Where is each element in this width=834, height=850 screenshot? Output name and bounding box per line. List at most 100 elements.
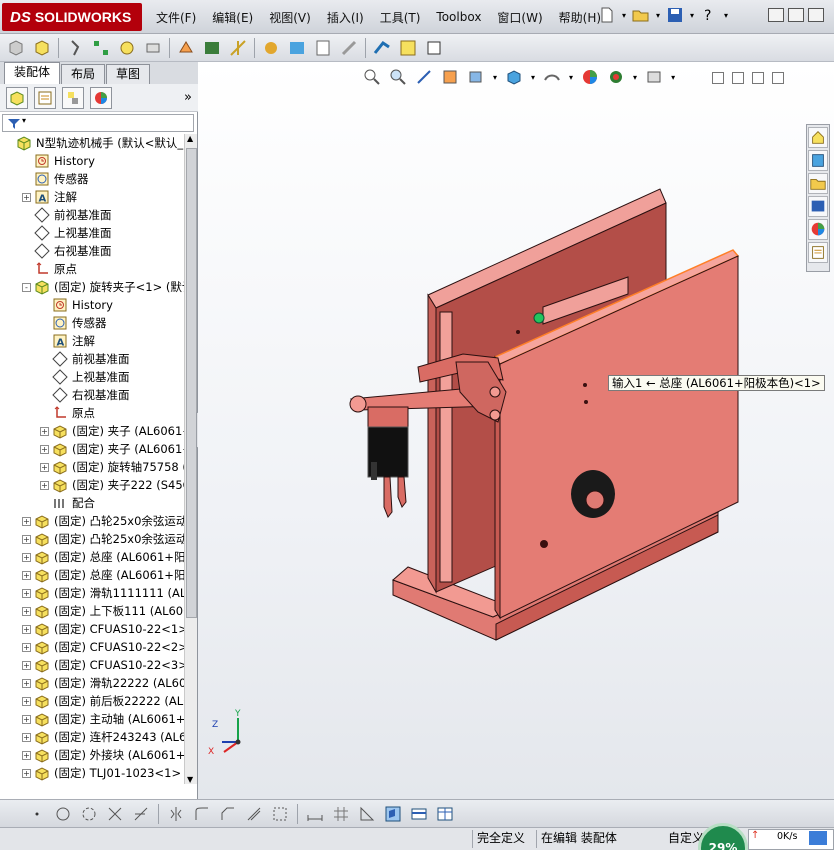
gripper-finger-left[interactable]	[383, 476, 393, 518]
chamfer-icon[interactable]	[219, 805, 237, 823]
scrollbar-thumb[interactable]	[186, 148, 197, 618]
gripper-finger-right[interactable]	[397, 476, 407, 508]
property-manager-tab[interactable]	[34, 86, 56, 109]
tree-item[interactable]: 原点	[40, 404, 95, 422]
expand-toggle[interactable]: +	[22, 714, 31, 724]
tree-item[interactable]: + (固定) 主动轴 (AL6061+阳	[22, 710, 184, 728]
graphics-area[interactable]: ▾ ▾ ▾ ▾ ▾ Y Z X 输入1 ← 总座 (AL6061+阳极本色)<1…	[198, 62, 834, 799]
new-part-icon[interactable]	[32, 38, 52, 58]
tree-item[interactable]: + (固定) CFUAS10-22<2> (默	[22, 638, 184, 656]
green-mate-handle[interactable]	[533, 312, 545, 324]
tree-item[interactable]: + (固定) 夹子 (AL6061+阳	[40, 440, 184, 458]
tree-item[interactable]: 右视基准面	[40, 386, 130, 404]
tree-item[interactable]: 传感器	[22, 170, 89, 188]
expand-toggle[interactable]: +	[22, 660, 31, 670]
tree-item[interactable]: + (固定) 滑轨22222 (AL6061	[22, 674, 184, 692]
appearances-scenes-icon[interactable]	[808, 219, 828, 240]
tree-item[interactable]: 上视基准面	[22, 224, 112, 242]
exploded-view-icon[interactable]	[176, 38, 196, 58]
tree-item[interactable]: + A 注解	[22, 188, 77, 206]
tree-item[interactable]: A 注解	[40, 332, 95, 350]
instant3d-icon[interactable]	[372, 38, 392, 58]
menu-item[interactable]: 文件(F)	[148, 9, 204, 26]
tree-item[interactable]: 上视基准面	[40, 368, 130, 386]
tree-item[interactable]: + (固定) 滑轨1111111 (AL6	[22, 584, 184, 602]
linear-pattern-icon[interactable]	[91, 38, 111, 58]
expand-toggle[interactable]: +	[22, 732, 31, 742]
tree-item[interactable]: History	[40, 296, 113, 314]
menu-item[interactable]: 插入(I)	[319, 9, 372, 26]
trim-icon[interactable]	[106, 805, 124, 823]
tree-item[interactable]: + (固定) 总座 (AL6061+阳极	[22, 548, 184, 566]
tree-item[interactable]: + (固定) CFUAS10-22<1> (默	[22, 620, 184, 638]
minimize-button[interactable]	[768, 8, 784, 22]
bill-of-materials-icon[interactable]	[313, 38, 333, 58]
rebuild-icon[interactable]	[339, 38, 359, 58]
expand-toggle[interactable]: +	[22, 678, 31, 688]
assembly-features-icon[interactable]	[261, 38, 281, 58]
new-document-icon[interactable]	[598, 6, 616, 24]
tree-item[interactable]: 前视基准面	[22, 206, 112, 224]
expand-toggle[interactable]: +	[22, 606, 31, 616]
menu-item[interactable]: 窗口(W)	[489, 9, 550, 26]
configuration-manager-tab[interactable]	[62, 86, 84, 109]
design-library-icon[interactable]	[808, 150, 828, 171]
tree-item[interactable]: + (固定) CFUAS10-22<3> (默	[22, 656, 184, 674]
expand-toggle[interactable]: +	[22, 552, 31, 562]
convert-entities-icon[interactable]	[271, 805, 289, 823]
solidworks-resources-icon[interactable]	[808, 127, 828, 148]
rear-plate-side[interactable]	[427, 293, 437, 594]
tree-filter-bar[interactable]: ▾	[2, 114, 194, 132]
expand-toggle[interactable]: +	[22, 624, 31, 634]
dimension-icon[interactable]	[306, 805, 324, 823]
tree-item[interactable]: + (固定) 凸轮25x0余弦运动	[22, 530, 184, 548]
mate-icon[interactable]	[65, 38, 85, 58]
circle-icon[interactable]	[54, 805, 72, 823]
tree-item[interactable]: + (固定) 前后板22222 (AL60	[22, 692, 184, 710]
tree-item[interactable]: - (固定) 旋转夹子<1> (默认	[22, 278, 184, 296]
expand-toggle[interactable]: -	[22, 282, 31, 292]
cam-hub[interactable]	[585, 490, 605, 510]
menu-item[interactable]: Toolbox	[428, 10, 489, 24]
tab-assembly[interactable]: 装配体	[4, 62, 61, 84]
solidworks-logo[interactable]: DS SOLIDWORKS	[2, 3, 142, 31]
expand-toggle[interactable]: +	[22, 534, 31, 544]
tree-item[interactable]: 前视基准面	[40, 350, 130, 368]
expand-toggle[interactable]: +	[40, 426, 49, 436]
expand-toggle[interactable]: +	[22, 192, 31, 202]
expand-toggle[interactable]: +	[22, 588, 31, 598]
tree-item[interactable]: + (固定) TLJ01-1023<1> (默	[22, 764, 184, 782]
clamp-pivot[interactable]	[489, 386, 501, 398]
table-icon[interactable]	[436, 805, 454, 823]
expand-toggle[interactable]: +	[22, 642, 31, 652]
arm-pivot[interactable]	[349, 395, 367, 413]
large-design-review-icon[interactable]	[424, 38, 444, 58]
insert-component-icon[interactable]	[6, 38, 26, 58]
smart-fasteners-icon[interactable]	[143, 38, 163, 58]
tree-item[interactable]: + (固定) 旋转轴75758 (A	[40, 458, 184, 476]
reference-geometry-icon[interactable]	[228, 38, 248, 58]
scroll-down-arrow[interactable]: ▼	[187, 775, 193, 784]
expand-toggle[interactable]: +	[22, 570, 31, 580]
file-explorer-icon[interactable]	[808, 173, 828, 194]
tree-item[interactable]: + (固定) 上下板111 (AL6061	[22, 602, 184, 620]
tree-item[interactable]: 右视基准面	[22, 242, 112, 260]
tab-layout[interactable]: 布局	[61, 64, 106, 84]
filter-icon[interactable]	[7, 117, 21, 131]
expand-toggle[interactable]: +	[40, 462, 49, 472]
window-tile-icon[interactable]	[410, 805, 428, 823]
point-icon[interactable]	[28, 805, 46, 823]
triangle-icon[interactable]	[358, 805, 376, 823]
tree-item[interactable]: History	[22, 152, 95, 170]
tab-sketch[interactable]: 草图	[106, 64, 151, 84]
snapshot-icon[interactable]	[398, 38, 418, 58]
menu-item[interactable]: 工具(T)	[372, 9, 429, 26]
feature-manager-tab[interactable]	[6, 86, 28, 109]
scroll-up-arrow[interactable]: ▲	[187, 134, 193, 143]
shaded-view-icon[interactable]	[384, 805, 402, 823]
move-component-icon[interactable]	[117, 38, 137, 58]
interference-icon[interactable]	[202, 38, 222, 58]
display-manager-tab[interactable]	[90, 86, 112, 109]
tree-item[interactable]: + (固定) 总座 (AL6061+阳极	[22, 566, 184, 584]
tree-item[interactable]: 传感器	[40, 314, 107, 332]
